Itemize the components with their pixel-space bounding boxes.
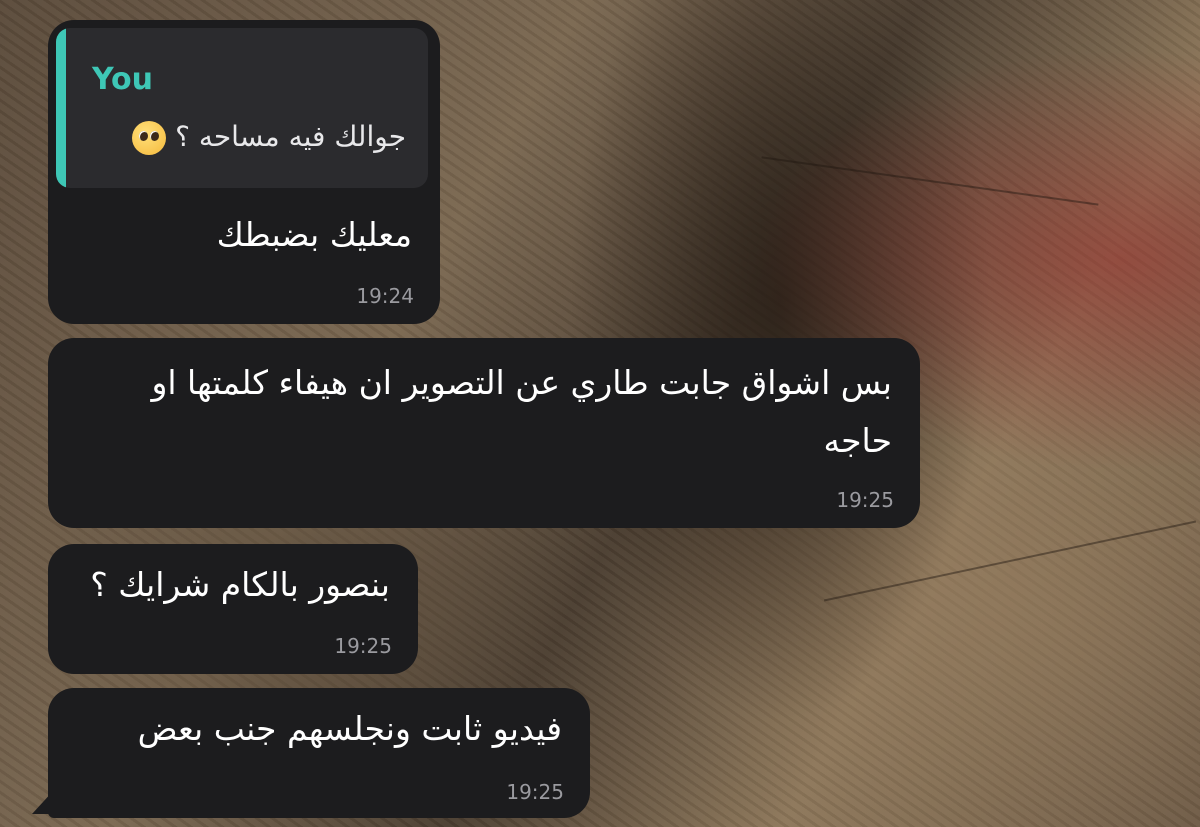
message-bubble[interactable]: بس اشواق جابت طاري عن التصوير ان هيفاء ك… bbox=[48, 338, 920, 528]
message-bubble[interactable]: بنصور بالكام شرايك ؟ 19:25 bbox=[48, 544, 418, 674]
message-time: 19:25 bbox=[506, 780, 564, 804]
background-texture bbox=[761, 156, 1099, 206]
message-text: معليك بضبطك bbox=[216, 215, 412, 254]
message-text-line-1: بس اشواق جابت طاري عن التصوير ان هيفاء ك… bbox=[151, 363, 892, 402]
quote-text: جوالك فيه مساحه ؟ bbox=[122, 120, 406, 155]
message-time: 19:25 bbox=[334, 634, 392, 658]
message-text-line-2: حاجه bbox=[823, 421, 892, 460]
message-text: فيديو ثابت ونجلسهم جنب بعض bbox=[137, 709, 562, 748]
message-bubble[interactable]: You جوالك فيه مساحه ؟ معليك بضبطك 19:24 bbox=[48, 20, 440, 324]
bubble-tail bbox=[32, 790, 54, 814]
message-bubble[interactable]: فيديو ثابت ونجلسهم جنب بعض 19:25 bbox=[48, 688, 590, 818]
background-texture bbox=[823, 520, 1197, 602]
message-text: بنصور بالكام شرايك ؟ bbox=[90, 565, 390, 604]
quote-text-content: جوالك فيه مساحه ؟ bbox=[175, 120, 406, 153]
reply-quote[interactable]: You جوالك فيه مساحه ؟ bbox=[56, 28, 428, 188]
quote-author: You bbox=[92, 62, 153, 97]
quote-accent-bar bbox=[56, 28, 66, 188]
message-time: 19:24 bbox=[356, 284, 414, 308]
pleading-face-icon bbox=[132, 121, 167, 155]
message-time: 19:25 bbox=[836, 488, 894, 512]
